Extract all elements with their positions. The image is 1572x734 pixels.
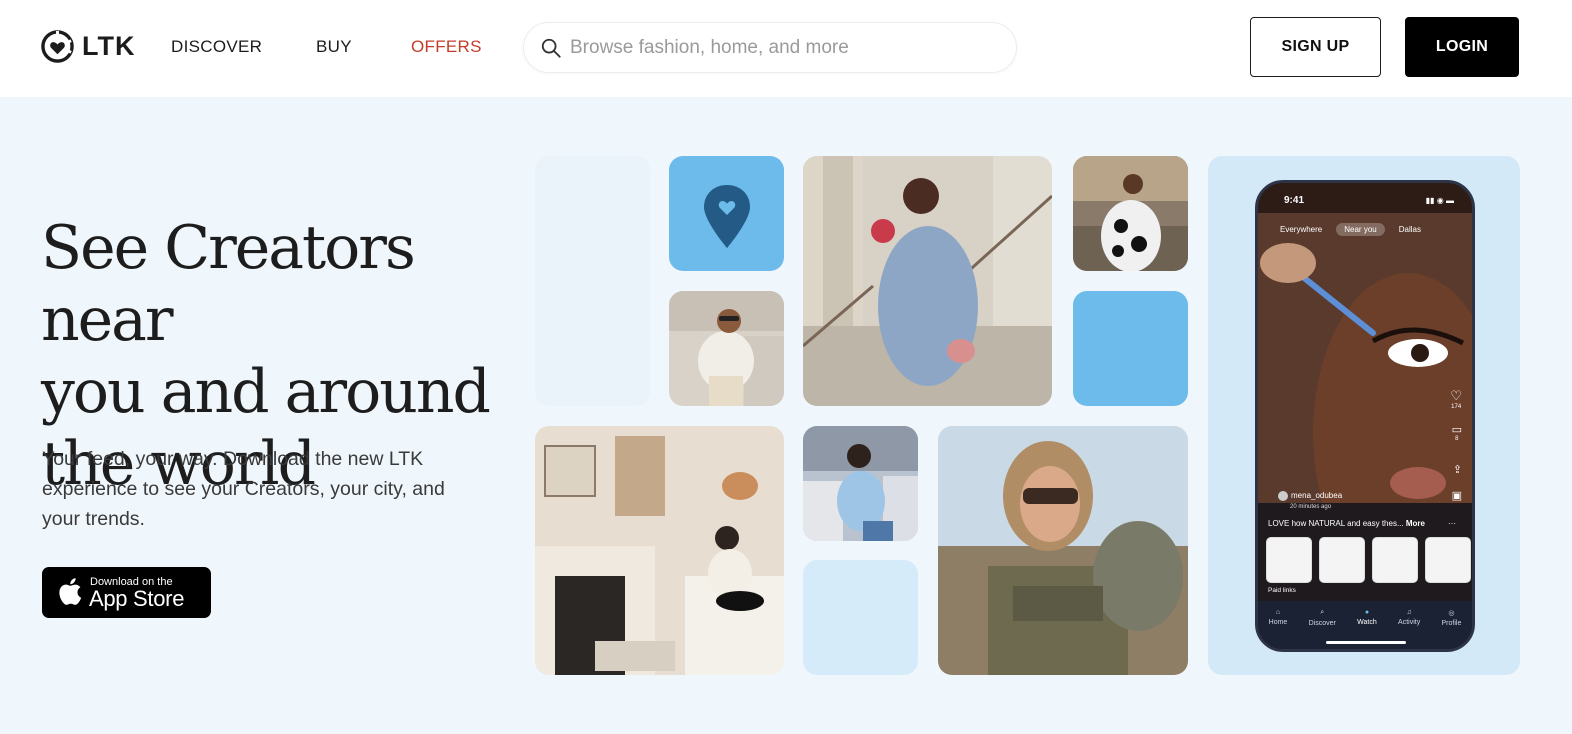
phone-caption-text: LOVE how NATURAL and easy thes... xyxy=(1268,519,1404,528)
comment-icon: ▭ xyxy=(1451,424,1462,436)
creator-photo-image xyxy=(535,426,784,675)
hero-subtitle: Your feed, your way. Download the new LT… xyxy=(42,444,482,534)
creator-photo-white-top[interactable] xyxy=(669,291,784,406)
signup-button[interactable]: SIGN UP xyxy=(1250,17,1381,77)
profile-icon: ◎ xyxy=(1448,610,1455,617)
phone-username-text: mena_odubea xyxy=(1291,491,1343,501)
phone-caption-more: More xyxy=(1405,519,1425,528)
phone-nav-home: ⌂ Home xyxy=(1269,609,1288,649)
login-button[interactable]: LOGIN xyxy=(1405,17,1519,77)
home-icon: ⌂ xyxy=(1275,609,1281,616)
phone-nav-label: Home xyxy=(1268,619,1288,626)
phone-like-count: 174 xyxy=(1451,404,1462,410)
creator-photo-living-room[interactable] xyxy=(535,426,784,675)
phone-tab-everywhere: Everywhere xyxy=(1280,225,1323,234)
location-pin-heart-icon xyxy=(704,185,750,248)
creator-photo-sunglasses[interactable] xyxy=(938,426,1188,675)
hero-title-line: See Creators near xyxy=(41,213,416,355)
collage-blank-tile xyxy=(535,156,650,406)
phone-like-action: ♡ 174 xyxy=(1450,388,1462,410)
heart-icon: ♡ xyxy=(1450,388,1462,403)
phone-avatar-icon xyxy=(1278,491,1288,501)
hero-title-line: you and around xyxy=(41,357,491,427)
shopping-bag-icon: ▣ xyxy=(1451,490,1462,502)
phone-shop-action: ▣ xyxy=(1452,489,1462,502)
phone-feed-tabs: Everywhere Near you Dallas xyxy=(1272,223,1472,236)
phone-comment-count: 8 xyxy=(1455,436,1459,442)
collage-location-tile xyxy=(669,156,784,271)
nav-offers[interactable]: OFFERS xyxy=(411,37,482,57)
phone-caption: LOVE how NATURAL and easy thes... More ·… xyxy=(1268,519,1468,528)
search-bar[interactable] xyxy=(523,22,1017,73)
ltk-logo[interactable]: LTK xyxy=(41,30,135,63)
phone-nav-label: Activity xyxy=(1398,619,1421,626)
bell-icon: ♫ xyxy=(1406,609,1412,616)
phone-mockup: 9:41 ▮▮ ◉ ▬ Everywhere Near you Dallas ♡… xyxy=(1255,180,1475,652)
phone-signal-icon: ▮▮ ◉ ▬ xyxy=(1425,196,1454,205)
creator-photo-pattern-dress[interactable] xyxy=(1073,156,1188,271)
phone-nav-label: Profile xyxy=(1441,620,1462,627)
share-icon: ⇪ xyxy=(1452,464,1462,476)
creator-photo-image xyxy=(669,291,784,406)
phone-product-thumb xyxy=(1372,537,1418,583)
hero-subtitle-line: your trends. xyxy=(42,508,145,530)
search-input[interactable] xyxy=(570,33,1000,63)
creator-photo-image xyxy=(1073,156,1188,271)
creator-photo-image xyxy=(803,426,918,541)
phone-home-indicator xyxy=(1326,641,1406,644)
creator-photo-denim[interactable] xyxy=(803,156,1052,406)
phone-nav-label: Discover xyxy=(1308,620,1336,627)
creator-photo-image xyxy=(803,156,1052,406)
phone-tab-near-you: Near you xyxy=(1336,223,1385,236)
collage-blue-tile xyxy=(1073,291,1188,406)
phone-share-action: ⇪ xyxy=(1453,463,1462,476)
hero-subtitle-line: Your feed, your way. Download the new LT… xyxy=(42,448,424,470)
phone-product-thumb xyxy=(1266,537,1312,583)
nav-buy[interactable]: BUY xyxy=(316,37,352,57)
search-icon xyxy=(541,38,561,58)
more-dots-icon: ··· xyxy=(1448,519,1456,528)
phone-post-time: 20 minutes ago xyxy=(1290,504,1332,510)
appstore-big-label: App Store xyxy=(89,586,185,611)
phone-product-thumb xyxy=(1425,537,1471,583)
phone-product-thumb xyxy=(1319,537,1365,583)
phone-nav-profile: ◎ Profile xyxy=(1442,609,1462,649)
creator-photo-image xyxy=(938,426,1188,675)
phone-nav-label: Watch xyxy=(1357,619,1377,626)
location-pin-icon: ● xyxy=(1364,609,1370,616)
phone-username: mena_odubea xyxy=(1278,491,1342,501)
phone-paid-links: Paid links xyxy=(1268,587,1296,594)
creator-photo-reading[interactable] xyxy=(803,426,918,541)
search-icon: ⌕ xyxy=(1320,609,1325,616)
nav-discover[interactable]: DISCOVER xyxy=(171,37,262,57)
phone-tab-dallas: Dallas xyxy=(1398,225,1421,234)
site-header: LTK DISCOVER BUY OFFERS SIGN UP LOGIN xyxy=(0,0,1572,97)
phone-status-time: 9:41 xyxy=(1284,195,1305,206)
phone-product-strip xyxy=(1266,537,1471,583)
apple-icon xyxy=(59,578,82,605)
logo-text: LTK xyxy=(82,31,136,61)
phone-comment-action: ▭ 8 xyxy=(1452,423,1462,442)
hero-subtitle-line: experience to see your Creators, your ci… xyxy=(42,478,445,500)
app-store-button[interactable]: Download on the App Store xyxy=(42,567,211,618)
collage-pale-tile xyxy=(803,560,918,675)
ltk-heart-logo-icon xyxy=(41,30,74,63)
